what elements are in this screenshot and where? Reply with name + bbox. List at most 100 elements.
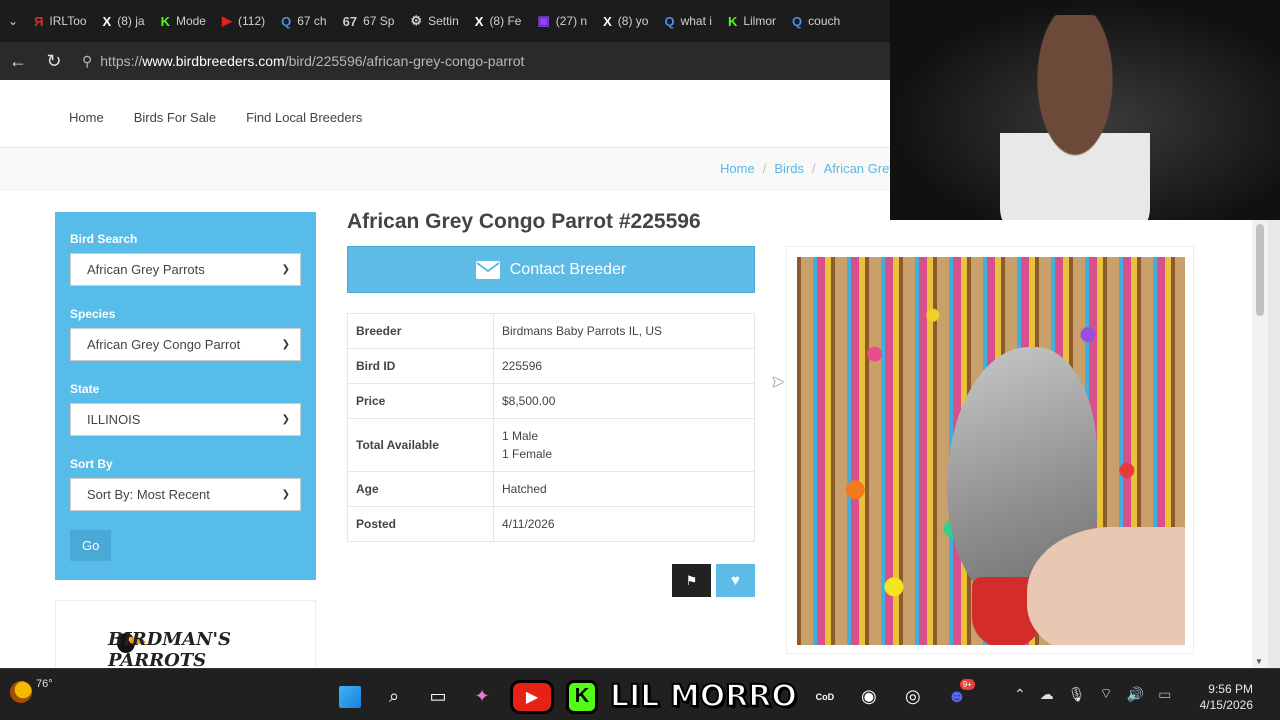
species-select[interactable]: African Grey Congo Parrot ❯ <box>70 328 301 361</box>
nav-birds-for-sale[interactable]: Birds For Sale <box>134 110 216 125</box>
go-button[interactable]: Go <box>70 530 112 561</box>
contact-breeder-label: Contact Breeder <box>509 260 627 278</box>
details-value-cell: $8,500.00 <box>493 383 755 419</box>
scrollbar-thumb[interactable] <box>1256 224 1264 316</box>
show-hidden-icons-chevron-icon[interactable]: ⌃ <box>1014 686 1026 703</box>
favorite-button[interactable]: ♥ <box>716 564 755 597</box>
tab-label: (8) yo <box>617 14 649 28</box>
chrome-app[interactable]: ◎ <box>897 681 929 713</box>
bird-select-value: African Grey Parrots <box>87 262 205 277</box>
details-value: 1 Female <box>502 447 553 461</box>
bird-photo[interactable] <box>797 257 1185 645</box>
details-key: Breeder <box>347 313 494 349</box>
battery-icon[interactable]: ▭ <box>1158 686 1171 703</box>
browser-tab[interactable]: X (8) ja <box>95 6 153 36</box>
tab-favicon-icon: 67 <box>342 13 358 29</box>
call-of-duty-icon: CoD <box>815 691 835 702</box>
call-of-duty-app[interactable]: CoD <box>809 681 841 713</box>
search-button[interactable]: ⌕ <box>378 681 410 713</box>
breadcrumb: Home / Birds / African Grey <box>720 161 896 176</box>
details-value-cell: 1 Male 1 Female <box>493 418 755 472</box>
browser-tab[interactable]: K Lilmor <box>720 6 784 36</box>
details-key: Age <box>347 471 494 507</box>
tab-favicon-icon: ▣ <box>537 13 550 28</box>
breadcrumb-african-grey[interactable]: African Grey <box>824 161 896 176</box>
browser-tab[interactable]: Q 67 ch <box>273 6 334 36</box>
details-key: Price <box>347 383 494 419</box>
microphone-icon[interactable]: 🎙 <box>1068 686 1086 703</box>
envelope-icon <box>475 260 500 279</box>
start-button[interactable] <box>334 681 366 713</box>
webcam-overlay <box>890 0 1280 220</box>
tab-label: what i <box>680 14 712 28</box>
tab-label: (27) n <box>555 14 588 28</box>
volume-icon[interactable]: 🔊 <box>1127 686 1144 703</box>
details-key: Bird ID <box>347 348 494 384</box>
copilot-button[interactable]: ✦ <box>466 681 498 713</box>
tab-favicon-icon: Q <box>281 13 292 29</box>
sort-select-value: Sort By: Most Recent <box>87 487 210 502</box>
nav-find-local-breeders[interactable]: Find Local Breeders <box>246 110 362 125</box>
url-prefix: https:// <box>100 53 143 69</box>
state-select[interactable]: ILLINOIS ❯ <box>70 403 301 436</box>
weather-widget[interactable]: 76° <box>10 678 53 703</box>
details-row: Age Hatched <box>347 471 755 507</box>
browser-tab[interactable]: ▶ (112) <box>214 6 273 36</box>
tab-list-dropdown[interactable]: ⌄ <box>0 6 26 36</box>
breeder-logo-card[interactable]: BIRDMAN'S PARROTS <box>55 600 316 668</box>
address-bar: ← ↻ ⚲ https://www.birdbreeders.com/bird/… <box>0 42 890 80</box>
tab-favicon-icon: K <box>160 13 170 29</box>
breadcrumb-home[interactable]: Home <box>720 161 755 176</box>
flag-icon: ⚑ <box>685 572 698 588</box>
browser-tab[interactable]: X (8) yo <box>595 6 656 36</box>
tab-favicon-icon: X <box>102 13 112 29</box>
game-app[interactable]: ◉ <box>853 681 885 713</box>
browser-tab[interactable]: X (8) Fe <box>467 6 530 36</box>
details-value-cell: Hatched <box>493 471 755 507</box>
clock[interactable]: 9:56 PM 4/15/2026 <box>1200 681 1253 713</box>
reload-button[interactable]: ↻ <box>36 51 72 72</box>
streamer-image <box>1000 15 1150 220</box>
site-info-icon[interactable]: ⚲ <box>82 53 92 70</box>
contact-breeder-button[interactable]: Contact Breeder <box>347 246 755 293</box>
task-view-button[interactable]: ▭ <box>422 681 454 713</box>
browser-tab[interactable]: 67 67 Sp <box>335 6 403 36</box>
browser-tab[interactable]: ▣ (27) n <box>529 6 595 36</box>
browser-tab[interactable]: ⚙ Settin <box>402 6 466 36</box>
cloud-icon[interactable]: ☁ <box>1040 686 1054 703</box>
breadcrumb-birds[interactable]: Birds <box>774 161 804 176</box>
bird-select[interactable]: African Grey Parrots ❯ <box>70 253 301 286</box>
wifi-icon[interactable]: ⌔ <box>1100 685 1113 703</box>
temperature-text: 76° <box>36 678 53 690</box>
weather-icon <box>10 681 32 703</box>
tab-label: 67 Sp <box>363 14 395 28</box>
chevron-down-icon: ⌄ <box>8 14 19 28</box>
scroll-down-icon[interactable]: ▼ <box>1255 657 1263 666</box>
chevron-down-icon: ❯ <box>281 264 290 275</box>
tab-label: Mode <box>175 14 206 28</box>
streamer-name-overlay: LIL MORRO <box>609 678 798 715</box>
details-row: Price $8,500.00 <box>347 383 755 419</box>
tab-favicon-icon: K <box>727 13 738 29</box>
browser-tab[interactable]: Qwhat i <box>656 6 719 36</box>
browser-tab[interactable]: K Mode <box>153 6 214 36</box>
back-button[interactable]: ← <box>0 51 36 72</box>
browser-tab[interactable]: Я IRLToo <box>26 6 94 36</box>
tab-favicon-icon: Я <box>34 13 44 29</box>
report-flag-button[interactable]: ⚑ <box>672 564 711 597</box>
tab-favicon-icon: X <box>474 13 484 29</box>
details-value: 225596 <box>502 359 543 373</box>
breadcrumb-separator: / <box>811 161 816 176</box>
url-field[interactable]: ⚲ https://www.birdbreeders.com/bird/2255… <box>82 47 890 75</box>
nav-home[interactable]: Home <box>69 110 104 125</box>
state-select-value: ILLINOIS <box>87 412 141 427</box>
taskbar-apps: ⌕ ▭ ✦ ▶ K LIL MORRO CoD ◉ ◎ ☻ 9+ <box>334 678 975 715</box>
chevron-down-icon: ❯ <box>281 414 290 425</box>
discord-app[interactable]: ☻ 9+ <box>941 678 975 713</box>
page-scrollbar[interactable]: ▼ <box>1252 220 1268 668</box>
species-select-value: African Grey Congo Parrot <box>87 337 241 352</box>
sort-select[interactable]: Sort By: Most Recent ❯ <box>70 478 301 511</box>
breadcrumb-separator: / <box>762 161 767 176</box>
details-key: Total Available <box>347 418 494 472</box>
browser-tab[interactable]: Qcouch <box>784 6 848 36</box>
